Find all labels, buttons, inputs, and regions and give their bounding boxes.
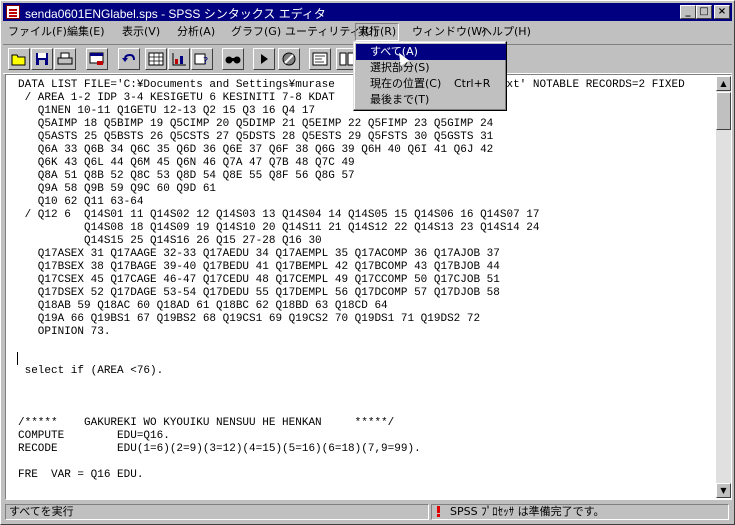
minimize-button[interactable]: _	[680, 5, 696, 19]
editor-frame: DATA LIST FILE='C:¥Documents and Setting…	[5, 74, 732, 500]
run-icon[interactable]	[253, 48, 275, 70]
processor-status-text: SPSS ﾌﾟﾛｾｯｻ は準備完了です。	[450, 505, 605, 518]
syntax-text-area[interactable]: DATA LIST FILE='C:¥Documents and Setting…	[7, 76, 715, 498]
processor-status: SPSS ﾌﾟﾛｾｯｻ は準備完了です。	[431, 504, 729, 520]
scroll-down-button[interactable]: ▼	[716, 483, 731, 498]
code-line[interactable]: Q14S15 25 Q14S16 26 Q15 27-28 Q16 30	[18, 235, 322, 248]
goto-chart-icon[interactable]	[168, 48, 190, 70]
window-title: senda0601ENGlabel.sps - SPSS シンタックス エディタ	[25, 7, 326, 21]
scroll-up-button[interactable]: ▲	[716, 76, 731, 91]
code-line[interactable]: / Q12 6 Q14S01 11 Q14S02 12 Q14S03 13 Q1…	[18, 209, 540, 222]
code-line[interactable]: FRE VAR = Q16 EDU.	[18, 469, 143, 482]
menu-graphs[interactable]: グラフ(G)	[229, 24, 283, 40]
run-current-shortcut: Ctrl+R	[454, 77, 491, 90]
menu-edit[interactable]: 編集(E)	[65, 24, 107, 40]
menu-bar: ファイル(F) 編集(E) 表示(V) 分析(A) グラフ(G) ユーティリティ…	[3, 22, 732, 41]
code-line[interactable]: Q17CSEX 45 Q17CAGE 46-47 Q17CEDU 48 Q17C…	[18, 274, 500, 287]
processor-ready-icon	[435, 506, 441, 517]
code-line[interactable]: DATA LIST FILE='C:¥Documents and Setting…	[18, 79, 685, 92]
spss-app-icon[interactable]	[6, 5, 20, 19]
close-button[interactable]: ×	[714, 5, 730, 19]
code-line[interactable]: COMPUTE EDU=Q16.	[18, 430, 170, 443]
dialog-recall-icon[interactable]	[86, 48, 108, 70]
svg-text:?: ?	[203, 56, 208, 66]
code-line[interactable]: Q17BSEX 38 Q17BAGE 39-40 Q17BEDU 41 Q17B…	[18, 261, 500, 274]
menu-view[interactable]: 表示(V)	[120, 24, 162, 40]
run-current-item[interactable]: 現在の位置(C) Ctrl+R	[356, 76, 506, 92]
code-line[interactable]: /***** GAKUREKI WO KYOUIKU NENSUU HE HEN…	[18, 417, 394, 430]
code-line[interactable]: Q8A 51 Q8B 52 Q8C 53 Q8D 54 Q8E 55 Q8F 5…	[18, 170, 355, 183]
code-line[interactable]: Q6A 33 Q6B 34 Q6C 35 Q6D 36 Q6E 37 Q6F 3…	[18, 144, 493, 157]
code-line[interactable]: Q17ASEX 31 Q17AAGE 32-33 Q17AEDU 34 Q17A…	[18, 248, 500, 261]
code-line[interactable]: Q1NEN 10-11 Q1GETU 12-13 Q2 15 Q3 16 Q4 …	[18, 105, 315, 118]
undo-icon[interactable]	[118, 48, 140, 70]
scroll-thumb[interactable]	[716, 92, 731, 130]
run-menu-dropdown: すべて(A) 選択部分(S) 現在の位置(C) Ctrl+R 最後まで(T)	[353, 41, 507, 111]
title-bar[interactable]: senda0601ENGlabel.sps - SPSS シンタックス エディタ…	[3, 3, 732, 21]
maximize-button[interactable]: □	[696, 5, 712, 19]
code-line[interactable]: Q19A 66 Q19BS1 67 Q19BS2 68 Q19CS1 69 Q1…	[18, 313, 480, 326]
menu-window[interactable]: ウィンドウ(W)	[410, 24, 488, 40]
code-line[interactable]: select if (AREA <76).	[18, 365, 164, 378]
status-bar: すべてを実行 SPSS ﾌﾟﾛｾｯｻ は準備完了です。	[3, 502, 732, 522]
find-icon[interactable]	[222, 48, 244, 70]
syntax-editor-window: senda0601ENGlabel.sps - SPSS シンタックス エディタ…	[0, 0, 735, 525]
status-message: すべてを実行	[5, 504, 429, 520]
stop-icon[interactable]	[278, 48, 300, 70]
run-all-item[interactable]: すべて(A)	[356, 44, 506, 60]
code-line[interactable]: / AREA 1-2 IDP 3-4 KESIGETU 6 KESINITI 7…	[18, 92, 335, 105]
run-selection-item[interactable]: 選択部分(S)	[356, 60, 506, 76]
menu-run[interactable]: 実行(R)	[355, 23, 400, 41]
code-line[interactable]: Q5AIMP 18 Q5BIMP 19 Q5CIMP 20 Q5DIMP 21 …	[18, 118, 493, 131]
menu-analyze[interactable]: 分析(A)	[175, 24, 217, 40]
code-line[interactable]: Q10 62 Q11 63-64	[18, 196, 144, 209]
menu-help[interactable]: ヘルプ(H)	[479, 24, 533, 40]
run-all-label: すべて(A)	[370, 45, 418, 58]
open-icon[interactable]	[8, 48, 30, 70]
code-line[interactable]: Q17DSEX 52 Q17DAGE 53-54 Q17DEDU 55 Q17D…	[18, 287, 500, 300]
run-to-end-item[interactable]: 最後まで(T)	[356, 92, 506, 108]
variables-icon[interactable]: ?	[191, 48, 213, 70]
goto-data-icon[interactable]	[145, 48, 167, 70]
print-icon[interactable]	[54, 48, 76, 70]
code-line[interactable]: Q14S08 18 Q14S09 19 Q14S10 20 Q14S11 21 …	[18, 222, 540, 235]
code-line[interactable]: Q5ASTS 25 Q5BSTS 26 Q5CSTS 27 Q5DSTS 28 …	[18, 131, 493, 144]
code-line[interactable]: Q6K 43 Q6L 44 Q6M 45 Q6N 46 Q7A 47 Q7B 4…	[18, 157, 355, 170]
menu-file[interactable]: ファイル(F)	[6, 24, 69, 40]
text-caret	[17, 352, 18, 365]
syntax-help-icon[interactable]	[309, 48, 331, 70]
vertical-scrollbar[interactable]: ▲ ▼	[716, 76, 731, 498]
run-current-label: 現在の位置(C)	[370, 77, 442, 90]
save-icon[interactable]	[31, 48, 53, 70]
code-line[interactable]: Q9A 58 Q9B 59 Q9C 60 Q9D 61	[18, 183, 216, 196]
code-line[interactable]: OPINION 73.	[18, 326, 111, 339]
code-line[interactable]: RECODE EDU(1=6)(2=9)(3=12)(4=15)(5=16)(6…	[18, 443, 421, 456]
run-to-end-label: 最後まで(T)	[370, 93, 430, 106]
code-line[interactable]: Q18AB 59 Q18AC 60 Q18AD 61 Q18BC 62 Q18B…	[18, 300, 388, 313]
